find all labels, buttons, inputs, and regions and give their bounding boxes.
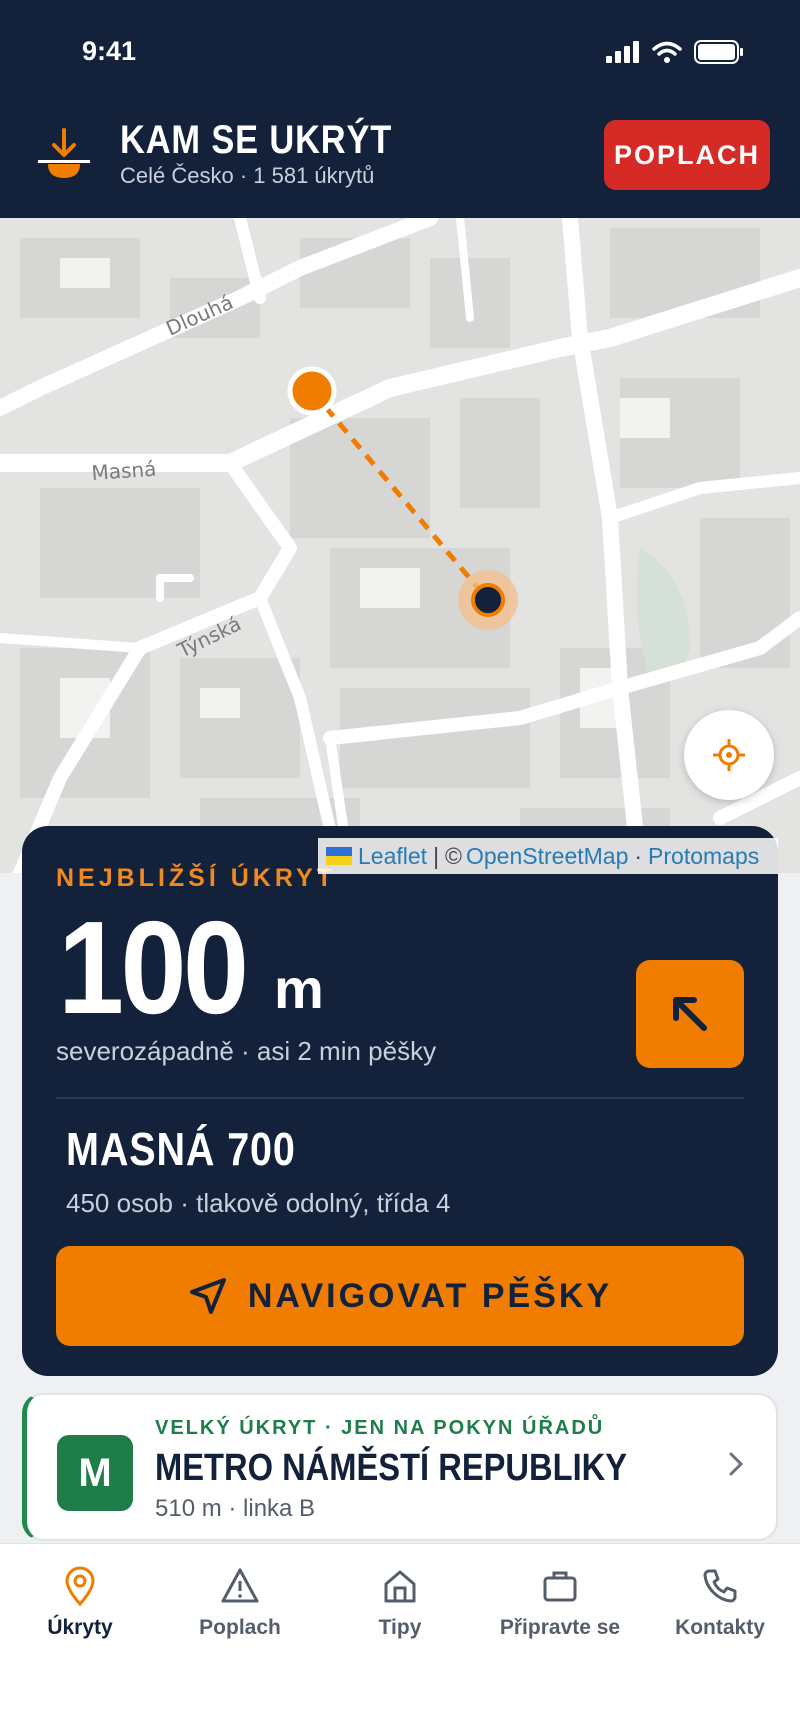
shelter-name: MASNÁ 700 <box>66 1123 296 1175</box>
distance-unit: m <box>274 957 324 1020</box>
map[interactable]: Dlouhá Masná Týnská <box>0 218 800 873</box>
navigate-button-label: NAVIGOVAT PĚŠKY <box>247 1276 613 1315</box>
tab-poplach-label: Poplach <box>199 1616 281 1639</box>
warning-icon <box>221 1568 259 1603</box>
bottom-nav: Úkryty Poplach Tipy Připravte se Kontakt… <box>0 1543 800 1731</box>
metro-name: METRO NÁMĚSTÍ REPUBLIKY <box>155 1447 628 1489</box>
alarm-button[interactable]: POPLACH <box>604 120 770 190</box>
distance-value: 100 <box>58 894 249 1041</box>
ukraine-flag-icon <box>326 847 352 865</box>
app-header: 9:41 KAM SE UKRÝT Celé Česko · 1 581 úkr… <box>0 0 800 218</box>
home-icon <box>384 1570 416 1603</box>
user-location-marker <box>458 570 518 630</box>
briefcase-icon <box>543 1571 577 1602</box>
shelter-info: 450 osob · tlakově odolný, třída 4 <box>66 1188 451 1218</box>
direction-text: severozápadně · asi 2 min pěšky <box>56 1036 437 1066</box>
divider <box>56 1097 744 1099</box>
battery-icon <box>694 40 743 64</box>
street-label-masna: Masná <box>91 457 157 485</box>
chevron-right-icon <box>729 1452 744 1476</box>
osm-link[interactable]: OpenStreetMap <box>466 843 628 870</box>
nearest-shelter-card: NEJBLIŽŠÍ ÚKRYT 100 m severozápadně · as… <box>22 826 778 1376</box>
nearest-label: NEJBLIŽŠÍ ÚKRYT <box>56 864 336 892</box>
phone-icon <box>703 1569 737 1603</box>
map-attribution: Leaflet | © OpenStreetMap · Protomaps <box>318 838 778 874</box>
metro-info: 510 m · linka B <box>155 1495 316 1522</box>
app-title: KAM SE UKRÝT <box>120 118 393 162</box>
tab-ukryty-label: Úkryty <box>47 1616 113 1639</box>
metro-shelter-card[interactable]: M VELKÝ ÚKRYT · JEN NA POKYN ÚŘADŮ METRO… <box>22 1393 778 1541</box>
tab-kontakty[interactable]: Kontakty <box>640 1566 800 1640</box>
status-icons <box>606 40 744 64</box>
tab-poplach[interactable]: Poplach <box>160 1566 320 1640</box>
navigation-arrow-icon <box>189 1278 226 1314</box>
signal-icon <box>606 41 639 63</box>
metro-tag: VELKÝ ÚKRYT · JEN NA POKYN ÚŘADŮ <box>155 1417 605 1439</box>
tab-tipy-label: Tipy <box>378 1616 422 1639</box>
pin-icon <box>65 1566 95 1606</box>
app-subtitle: Celé Česko · 1 581 úkrytů <box>120 163 375 188</box>
tab-pripravte-se-label: Připravte se <box>499 1616 621 1639</box>
leaflet-link[interactable]: Leaflet <box>358 843 427 870</box>
direction-arrow-button[interactable] <box>636 960 744 1068</box>
tab-tipy[interactable]: Tipy <box>320 1566 480 1640</box>
tab-ukryty[interactable]: Úkryty <box>0 1566 160 1640</box>
navigate-button[interactable]: NAVIGOVAT PĚŠKY <box>56 1246 744 1346</box>
shelter-logo-icon <box>38 128 90 178</box>
protomaps-link[interactable]: Protomaps <box>648 843 759 870</box>
wifi-icon <box>652 41 682 63</box>
status-time: 9:41 <box>82 36 137 66</box>
arrow-northwest-icon <box>673 997 707 1031</box>
shelter-marker[interactable] <box>287 366 337 416</box>
attribution-separator: | <box>433 842 440 869</box>
attribution-dot: · <box>634 842 643 869</box>
crosshair-icon <box>713 739 745 771</box>
attribution-copyright: © <box>445 842 462 869</box>
tab-kontakty-label: Kontakty <box>675 1616 765 1639</box>
tab-pripravte-se[interactable]: Připravte se <box>480 1566 640 1640</box>
locate-me-button[interactable] <box>684 710 774 800</box>
metro-badge: M <box>57 1435 133 1511</box>
